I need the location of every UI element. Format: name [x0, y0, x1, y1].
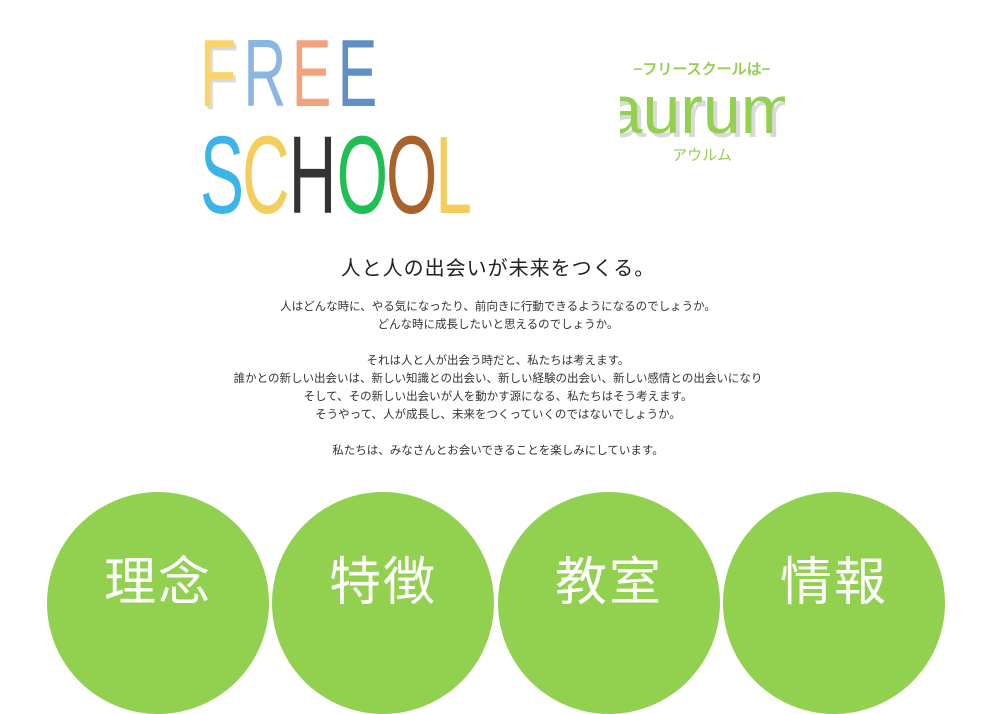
- logo-letter-f: F: [200, 19, 236, 126]
- intro-line: そうやって、人が成長し、未来をつくっていくのではないでしょうか。: [315, 407, 681, 421]
- nav-philosophy-label: 理念: [103, 553, 212, 613]
- nav-info-button[interactable]: 情報: [723, 492, 945, 714]
- logo-letter-c: C: [242, 115, 290, 223]
- logo-letter-s: S: [200, 115, 244, 223]
- intro-line: そして、その新しい出会いが人を動かす源になる、私たちはそう考えます。: [303, 389, 693, 403]
- logo-letter-e2: E: [338, 19, 378, 126]
- logo-aurum-kana: アウルム: [672, 147, 732, 164]
- logo-letter-h: H: [289, 115, 337, 223]
- page-headline: 人と人の出会いが未来をつくる。: [340, 256, 656, 280]
- nav-classroom-label: 教室: [554, 553, 663, 613]
- intro-line: 誰かとの新しい出会いは、新しい知識との出会い、新しい経験の出会い、新しい感情との…: [233, 371, 763, 385]
- logo-letter-o2: O: [386, 115, 437, 223]
- logo-aurum-name: aurum: [620, 72, 785, 148]
- intro-text: 人はどんな時に、やる気になったり、前向きに行動できるようになるのでしょうか。 ど…: [0, 297, 996, 459]
- intro-line: それは人と人が出会う時だと、私たちは考えます。: [366, 353, 630, 367]
- logo-letter-e1: E: [292, 19, 332, 126]
- aurum-logo: −フリースクールは− aurum aurum アウルム: [605, 56, 802, 171]
- nav-classroom-button[interactable]: 教室: [498, 492, 720, 714]
- nav-philosophy-button[interactable]: 理念: [47, 492, 269, 714]
- intro-line: 人はどんな時に、やる気になったり、前向きに行動できるようになるのでしょうか。: [280, 299, 716, 313]
- logo-letter-r: R: [243, 19, 286, 126]
- free-school-logo: F F R E E S C H O O L: [200, 18, 472, 237]
- nav-info-label: 情報: [779, 553, 888, 613]
- nav-features-label: 特徴: [328, 553, 437, 613]
- logo-letter-o1: O: [337, 115, 388, 223]
- main-nav: 理念 特徴 教室 情報: [0, 492, 996, 714]
- logo-letter-l: L: [435, 115, 470, 223]
- intro-line: 私たちは、みなさんとお会いできることを楽しみにしています。: [332, 443, 664, 457]
- intro-line: どんな時に成長したいと思えるのでしょうか。: [377, 317, 619, 331]
- nav-features-button[interactable]: 特徴: [272, 492, 494, 714]
